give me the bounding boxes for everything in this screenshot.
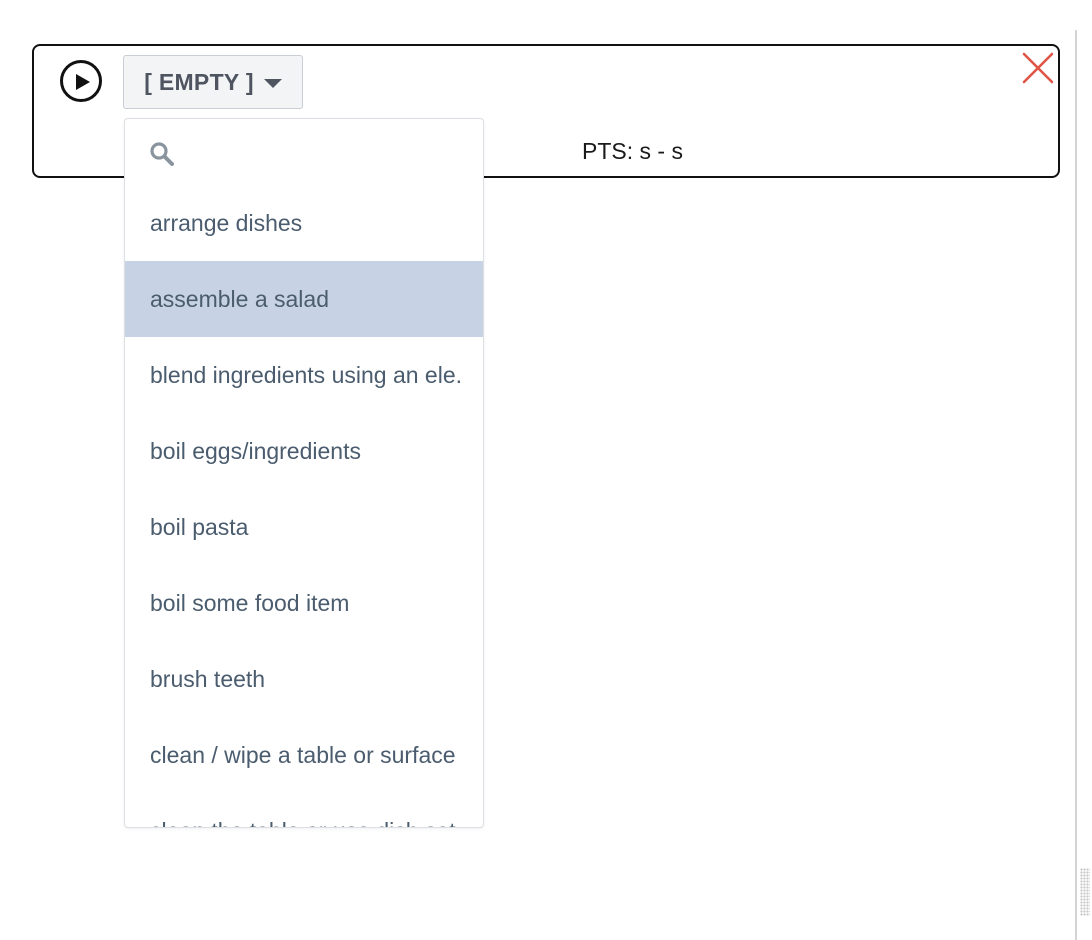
label-dropdown-menu: arrange dishes assemble a salad blend ingr… <box>124 118 484 828</box>
options-list: arrange dishes assemble a salad blend ingr… <box>125 185 483 827</box>
play-button[interactable] <box>60 60 102 102</box>
caret-down-icon <box>263 78 282 88</box>
dropdown-option[interactable]: clean / wipe a table or surface <box>125 717 483 793</box>
dropdown-option[interactable]: assemble a salad <box>125 261 483 337</box>
label-dropdown-value: [ EMPTY ] <box>144 68 254 95</box>
play-icon <box>76 74 90 90</box>
resize-grip-icon[interactable] <box>1080 868 1090 916</box>
dropdown-option[interactable]: boil some food item <box>125 565 483 641</box>
search-input[interactable] <box>183 133 467 175</box>
dropdown-option[interactable]: arrange dishes <box>125 185 483 261</box>
search-row <box>125 119 483 185</box>
panel-divider <box>1075 30 1077 940</box>
search-icon <box>150 142 174 166</box>
pts-range-text: PTS: s - s <box>582 138 683 164</box>
dropdown-option[interactable]: brush teeth <box>125 641 483 717</box>
dropdown-option[interactable]: boil pasta <box>125 489 483 565</box>
label-dropdown[interactable]: [ EMPTY ] <box>123 55 303 109</box>
dropdown-option[interactable]: blend ingredients using an ele. <box>125 337 483 413</box>
dropdown-option[interactable]: boil eggs/ingredients <box>125 413 483 489</box>
dropdown-option[interactable]: clean the table or use dish set <box>125 793 483 827</box>
close-icon[interactable] <box>1021 51 1055 85</box>
